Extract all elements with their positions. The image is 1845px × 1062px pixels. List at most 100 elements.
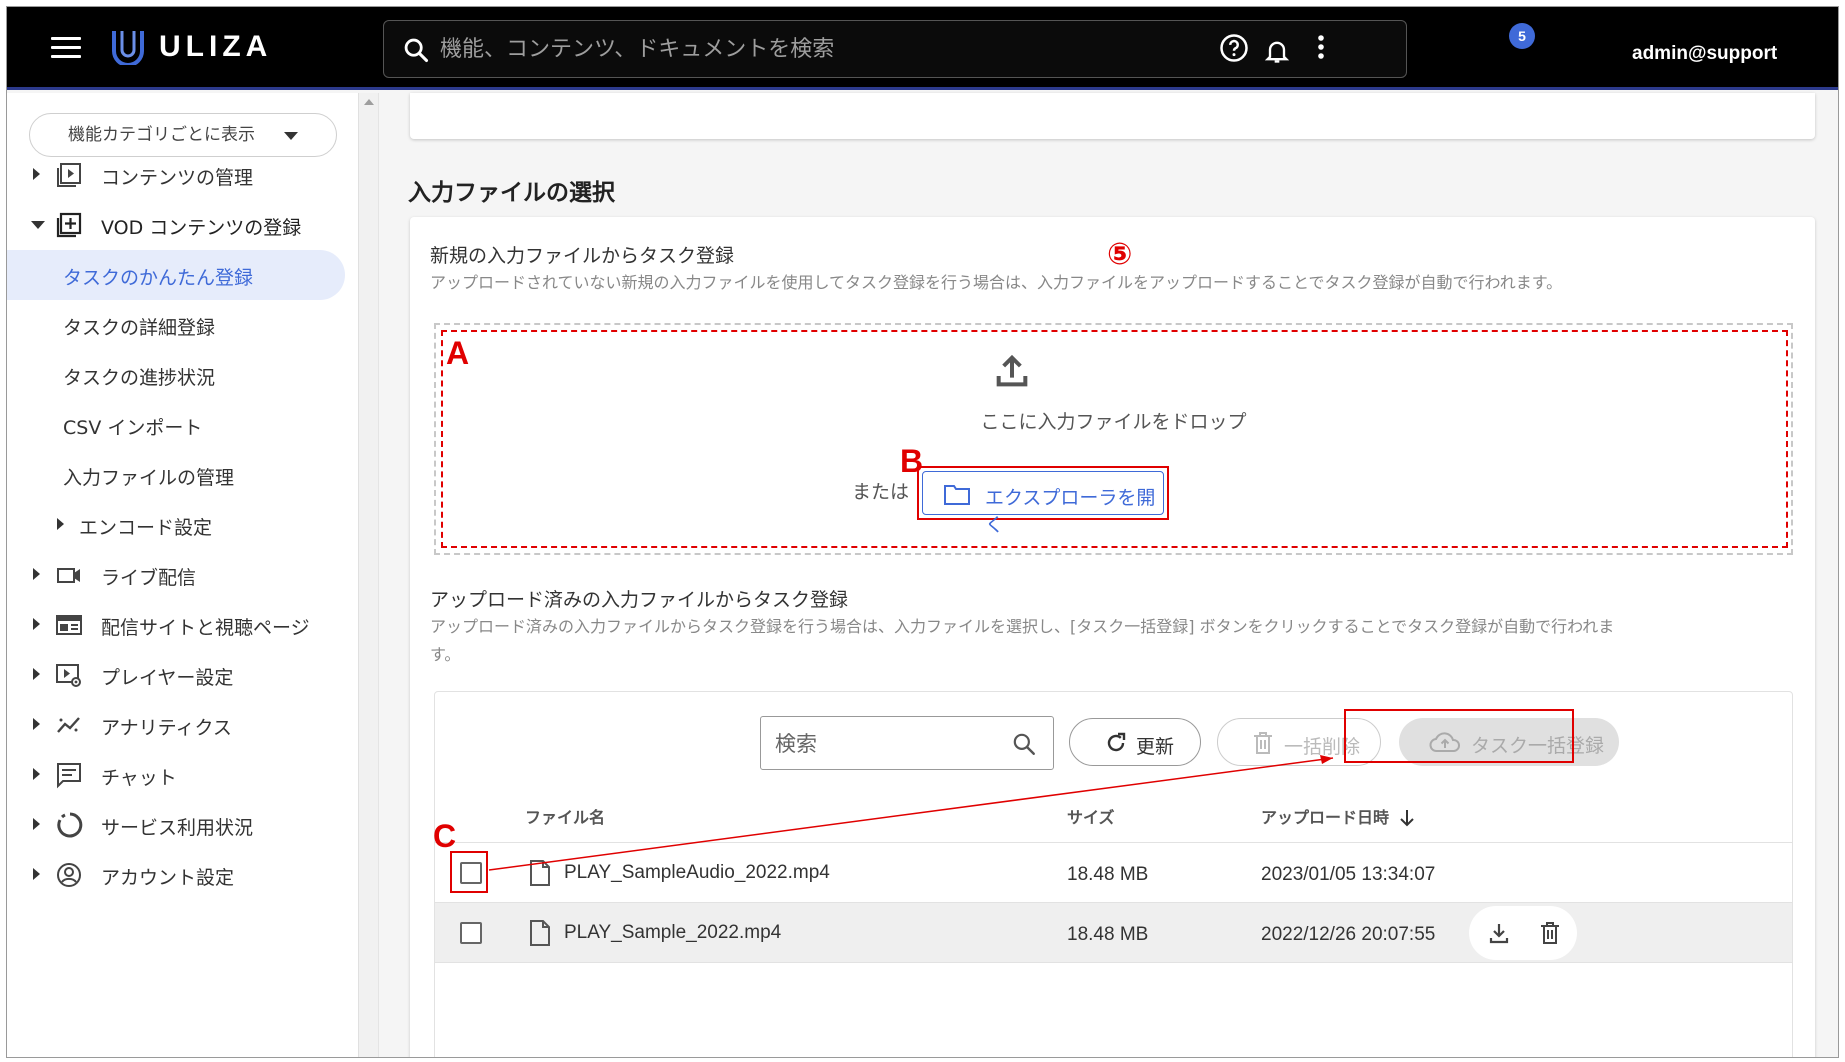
- input-file-card: 新規の入力ファイルからタスク登録 ⑤ アップロードされていない新規の入力ファイル…: [410, 217, 1815, 1057]
- table-row[interactable]: PLAY_SampleAudio_2022.mp4 18.48 MB 2023/…: [435, 842, 1792, 902]
- refresh-label: 更新: [1136, 736, 1175, 758]
- collapse-arrow-icon: [31, 221, 45, 229]
- expand-arrow-icon: [33, 818, 40, 830]
- sidebar-item-analytics[interactable]: アナリティクス: [7, 700, 359, 750]
- sidebar-item-detailed-task[interactable]: タスクの詳細登録: [7, 300, 359, 350]
- drop-instruction: ここに入力ファイルをドロップ: [980, 411, 1247, 433]
- file-icon: [530, 920, 550, 946]
- annotation-box-bulk-register: [1344, 709, 1574, 763]
- sidebar-item-account[interactable]: アカウント設定: [7, 850, 359, 900]
- more-vert-icon[interactable]: [1313, 31, 1329, 63]
- open-explorer-label: エクスプローラを開く: [985, 487, 1156, 536]
- download-icon[interactable]: [1487, 921, 1511, 945]
- sidebar-item-label: アカウント設定: [101, 867, 235, 889]
- refresh-icon: [1107, 732, 1126, 752]
- chat-icon: [57, 763, 81, 789]
- scrollbar[interactable]: [359, 93, 379, 1057]
- open-explorer-button[interactable]: エクスプローラを開く: [922, 471, 1164, 536]
- brand-name: ULIZA: [159, 30, 273, 63]
- help-icon[interactable]: [1219, 33, 1249, 63]
- sidebar-item-label: プレイヤー設定: [101, 667, 234, 689]
- column-header-name[interactable]: ファイル名: [525, 804, 605, 828]
- new-upload-description: アップロードされていない新規の入力ファイルを使用してタスク登録を行う場合は、入力…: [430, 273, 1563, 292]
- column-header-size[interactable]: サイズ: [1067, 804, 1115, 828]
- sidebar-item-player[interactable]: プレイヤー設定: [7, 650, 359, 700]
- search-icon: [404, 38, 429, 63]
- play-library-icon: [57, 163, 81, 187]
- sidebar-item-csv-import[interactable]: CSV インポート: [7, 400, 359, 450]
- app-window: ULIZA 5 admin@support 機能カテゴリごとに表示: [6, 6, 1839, 1058]
- notification-badge: 5: [1509, 23, 1535, 49]
- refresh-button[interactable]: 更新: [1069, 718, 1201, 766]
- sidebar-item-easy-task[interactable]: タスクのかんたん登録: [7, 250, 345, 300]
- sidebar-item-label: コンテンツの管理: [101, 167, 254, 189]
- expand-arrow-icon: [33, 168, 40, 180]
- main-content: 入力ファイルの選択 新規の入力ファイルからタスク登録 ⑤ アップロードされていな…: [380, 93, 1838, 1057]
- expand-arrow-icon: [33, 718, 40, 730]
- column-header-date[interactable]: アップロード日時: [1261, 804, 1415, 828]
- sidebar-item-label: チャット: [101, 767, 177, 789]
- sidebar-item-sites[interactable]: 配信サイトと視聴ページ: [7, 600, 359, 650]
- sidebar-item-usage[interactable]: サービス利用状況: [7, 800, 359, 850]
- analytics-icon: [57, 717, 80, 733]
- uploaded-description-line: す。: [430, 645, 461, 664]
- sidebar-item-label: サービス利用状況: [101, 817, 254, 839]
- bell-icon[interactable]: [1263, 37, 1291, 65]
- sidebar-item-label: 配信サイトと視聴ページ: [101, 617, 310, 639]
- file-size: 18.48 MB: [1067, 864, 1149, 885]
- caret-down-icon: [284, 132, 298, 140]
- sidebar-item-label: VOD コンテンツの登録: [101, 217, 302, 239]
- sidebar: 機能カテゴリごとに表示 コンテンツの管理 VOD コンテンツの登録 タスクのかん…: [7, 93, 359, 1057]
- file-drop-zone[interactable]: A ここに入力ファイルをドロップ または B エクスプローラを開く: [434, 323, 1793, 555]
- file-name: PLAY_Sample_2022.mp4: [564, 922, 782, 943]
- file-search-input[interactable]: [775, 729, 995, 759]
- sidebar-item-chat[interactable]: チャット: [7, 750, 359, 800]
- sidebar-item-input-files[interactable]: 入力ファイルの管理: [7, 450, 359, 500]
- user-account[interactable]: admin@support: [1632, 43, 1777, 65]
- sidebar-item-vod-registration[interactable]: VOD コンテンツの登録: [7, 200, 359, 250]
- usage-ring-icon: [57, 812, 83, 838]
- sidebar-item-label: エンコード設定: [79, 517, 213, 539]
- section-title: 入力ファイルの選択: [408, 180, 615, 206]
- annotation-box-c: [450, 851, 488, 893]
- uploaded-files-panel: 更新 一括削除 タスク一括登録 ファイル名: [433, 691, 1793, 1057]
- annotation-arrow: [488, 755, 1334, 871]
- folder-icon: [944, 485, 970, 505]
- table-row[interactable]: PLAY_Sample_2022.mp4 18.48 MB 2022/12/26…: [435, 902, 1792, 962]
- sort-down-icon: [1399, 810, 1414, 827]
- sidebar-item-label: 入力ファイルの管理: [63, 467, 235, 489]
- web-page-icon: [56, 615, 82, 635]
- menu-icon[interactable]: [51, 37, 81, 59]
- top-bar: ULIZA 5 admin@support: [7, 7, 1838, 90]
- video-camera-icon: [57, 568, 80, 583]
- player-settings-icon: [56, 664, 81, 687]
- upload-date: 2023/01/05 13:34:07: [1261, 864, 1436, 885]
- sidebar-item-label: タスクの進捗状況: [63, 367, 216, 389]
- table-empty-area: [435, 962, 1792, 1057]
- column-header-date-label: アップロード日時: [1261, 808, 1390, 827]
- scroll-up-icon[interactable]: [364, 99, 374, 105]
- sidebar-item-content-management[interactable]: コンテンツの管理: [7, 150, 359, 200]
- sidebar-item-task-progress[interactable]: タスクの進捗状況: [7, 350, 359, 400]
- logo[interactable]: ULIZA: [111, 29, 272, 65]
- search-icon[interactable]: [1011, 731, 1037, 757]
- sidebar-item-encode-settings[interactable]: エンコード設定: [7, 500, 359, 550]
- uliza-logo-icon: [112, 31, 144, 65]
- file-search[interactable]: [760, 716, 1054, 770]
- global-search[interactable]: [383, 20, 1407, 78]
- sidebar-item-label: ライブ配信: [101, 567, 197, 589]
- category-select-label: 機能カテゴリごとに表示: [68, 125, 255, 145]
- previous-section-card: [410, 93, 1815, 139]
- uploaded-description-line: アップロード済みの入力ファイルからタスク登録を行う場合は、入力ファイルを選択し、…: [430, 617, 1615, 636]
- sidebar-item-live[interactable]: ライブ配信: [7, 550, 359, 600]
- trash-icon: [1254, 732, 1272, 754]
- sidebar-item-label: CSV インポート: [63, 417, 203, 439]
- uploaded-title: アップロード済みの入力ファイルからタスク登録: [430, 589, 849, 611]
- file-name: PLAY_SampleAudio_2022.mp4: [564, 862, 830, 883]
- uploaded-description: アップロード済みの入力ファイルからタスク登録を行う場合は、入力ファイルを選択し、…: [430, 613, 1800, 669]
- expand-arrow-icon: [33, 668, 40, 680]
- account-circle-icon: [57, 863, 81, 887]
- delete-icon[interactable]: [1539, 920, 1561, 946]
- or-label: または: [852, 481, 910, 503]
- row-checkbox[interactable]: [460, 922, 482, 944]
